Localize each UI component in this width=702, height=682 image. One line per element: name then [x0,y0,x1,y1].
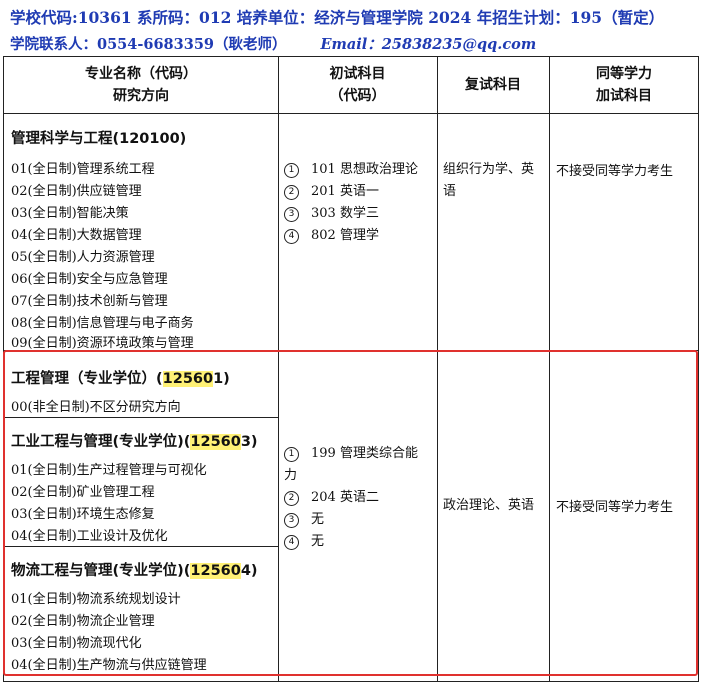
direction-item: 02(全日制)供应链管理 [11,184,142,199]
direction-item: 06(全日制)安全与应急管理 [11,272,168,287]
highlight-box [3,350,698,676]
header-line: 学校代码:10361 系所码：012 培养单位：经济与管理学院 2024 年招生… [10,8,665,27]
header-initial-subjects: 初试科目 （代码） [329,66,386,104]
header-major: 专业名称（代码） 研究方向 [85,66,197,104]
subject-item: 3 303 数学三 [284,203,379,225]
contact-person: 学院联系人：0554-6683359（耿老师） [10,36,287,53]
equivalent-subjects: 不接受同等学力考生 [556,164,674,179]
header-retest-subjects: 复试科目 [465,77,521,93]
email[interactable]: Email：25838235@qq.com [321,36,537,53]
direction-item: 07(全日制)技术创新与管理 [11,294,168,309]
direction-item: 09(全日制)资源环境政策与管理 [11,336,194,349]
direction-item: 08(全日制)信息管理与电子商务 [11,316,194,331]
major-title: 管理科学与工程(120100) [11,131,187,147]
subject-item: 4 802 管理学 [284,225,379,247]
retest-subjects: 组织行为学、英 语 [443,162,535,199]
direction-item: 01(全日制)管理系统工程 [11,162,155,177]
header-equivalent-subjects: 同等学力 加试科目 [596,66,652,104]
row-divider [4,113,698,114]
direction-item: 03(全日制)智能决策 [11,206,129,221]
direction-item: 04(全日制)大数据管理 [11,228,142,243]
direction-item: 05(全日制)人力资源管理 [11,250,155,265]
subject-item: 1 101 思想政治理论 [284,159,418,181]
subject-item: 2 201 英语一 [284,181,379,203]
contact-line: 学院联系人：0554-6683359（耿老师） Email：25838235@qq… [10,33,536,54]
